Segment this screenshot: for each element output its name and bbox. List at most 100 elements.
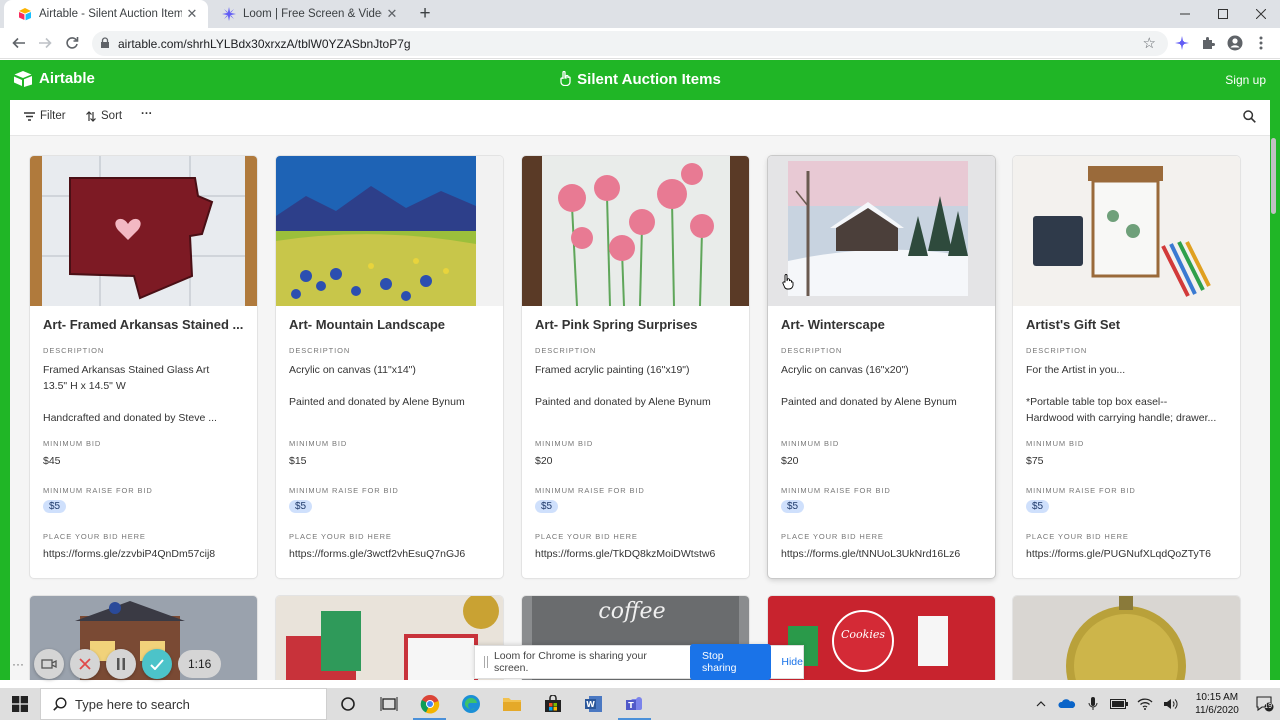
description-value: Acrylic on canvas (16"x20") Painted and … — [781, 364, 957, 408]
loom-cancel-button[interactable] — [70, 649, 100, 679]
gallery-scrollbar[interactable] — [1271, 138, 1276, 214]
volume-icon[interactable] — [1158, 698, 1184, 710]
task-view-button[interactable] — [368, 688, 409, 720]
forward-button[interactable] — [34, 32, 56, 54]
loom-finish-button[interactable] — [142, 649, 172, 679]
card-image — [30, 156, 257, 306]
microphone-icon[interactable] — [1080, 697, 1106, 711]
minimum-raise-badge: $5 — [1026, 500, 1050, 513]
maximize-button[interactable] — [1204, 0, 1242, 28]
airtable-header: Airtable Silent Auction Items Sign up — [0, 60, 1280, 100]
onedrive-icon[interactable] — [1054, 699, 1080, 709]
gallery-card[interactable]: Art- Framed Arkansas Stained ... DESCRIP… — [30, 156, 257, 578]
close-icon[interactable]: ✕ — [182, 6, 202, 22]
reload-button[interactable] — [61, 32, 83, 54]
start-button[interactable] — [0, 688, 40, 720]
back-button[interactable] — [8, 32, 30, 54]
description-value: Framed acrylic painting (16"x19") Painte… — [535, 364, 711, 408]
loom-extension-icon[interactable] — [1173, 34, 1191, 52]
edge-icon — [461, 695, 480, 713]
search-icon — [53, 697, 67, 711]
loom-camera-button[interactable] — [34, 649, 64, 679]
description-value: Framed Arkansas Stained Glass Art 13.5" … — [43, 364, 217, 424]
tab-loom[interactable]: Loom | Free Screen & Video Reco ✕ — [208, 0, 408, 28]
tab-airtable[interactable]: Airtable - Silent Auction Items ✕ — [4, 0, 208, 28]
minimum-raise-badge: $5 — [781, 500, 805, 513]
field-label: DESCRIPTION — [1026, 346, 1088, 355]
bid-link[interactable]: https://forms.gle/tNNUoL3UkNrd16Lz6 — [781, 546, 983, 562]
wifi-icon[interactable] — [1132, 698, 1158, 710]
taskbar-search-box[interactable]: Type here to search — [40, 688, 327, 720]
bid-link[interactable]: https://forms.gle/TkDQ8kzMoiDWtstw6 — [535, 546, 737, 562]
bid-link[interactable]: https://forms.gle/zzvbiP4QnDm57cij8 — [43, 546, 245, 562]
address-bar[interactable]: airtable.com/shrhLYLBdx30xrxzA/tblW0YZAS… — [92, 31, 1168, 56]
gallery-view: Art- Framed Arkansas Stained ... DESCRIP… — [10, 136, 1270, 680]
cortana-button[interactable] — [327, 688, 368, 720]
card-image — [768, 156, 995, 306]
show-hidden-icons-button[interactable] — [1028, 701, 1054, 707]
gallery-card[interactable]: Artist's Gift Set DESCRIPTION For the Ar… — [1013, 156, 1240, 578]
taskbar-store[interactable] — [532, 688, 573, 720]
drag-handle-icon[interactable] — [484, 656, 488, 668]
field-label: MINIMUM BID — [1026, 439, 1085, 448]
sort-button[interactable]: Sort — [86, 110, 122, 122]
close-window-button[interactable] — [1242, 0, 1280, 28]
page-title: Silent Auction Items — [0, 71, 1280, 88]
gallery-card[interactable]: Art- Mountain Landscape DESCRIPTION Acry… — [276, 156, 503, 578]
taskbar-teams[interactable]: T — [614, 688, 655, 720]
minimize-icon — [1180, 13, 1190, 15]
filter-button[interactable]: Filter — [24, 110, 66, 122]
taskbar-file-explorer[interactable] — [491, 688, 532, 720]
card-image — [1013, 596, 1240, 680]
tab-title: Airtable - Silent Auction Items — [39, 8, 182, 20]
reload-icon — [66, 37, 79, 49]
sharing-message: Loom for Chrome is sharing your screen. — [493, 650, 647, 674]
browser-menu-icon[interactable] — [1252, 34, 1270, 52]
field-label: DESCRIPTION — [535, 346, 597, 355]
profile-avatar-icon[interactable] — [1226, 34, 1244, 52]
gallery-card[interactable]: Art- Winterscape DESCRIPTION Acrylic on … — [768, 156, 995, 578]
gallery-card[interactable] — [276, 596, 503, 680]
notification-center-button[interactable]: 19 — [1250, 696, 1280, 712]
cortana-circle-icon — [340, 697, 355, 711]
gallery-card[interactable] — [1013, 596, 1240, 680]
battery-icon[interactable] — [1106, 699, 1132, 709]
field-label: MINIMUM RAISE FOR BID — [535, 486, 645, 495]
taskbar-word[interactable]: W — [573, 688, 614, 720]
loom-pause-button[interactable] — [106, 649, 136, 679]
field-label: MINIMUM BID — [535, 439, 594, 448]
bid-link[interactable]: https://forms.gle/3wctf2vhEsuQ7nGJ6 — [289, 546, 491, 562]
search-button[interactable] — [1243, 110, 1256, 128]
field-label: PLACE YOUR BID HERE — [535, 532, 638, 541]
taskbar-clock[interactable]: 10:15 AM 11/6/2020 — [1184, 691, 1250, 717]
minimize-button[interactable] — [1166, 0, 1204, 28]
maximize-icon — [1218, 9, 1228, 19]
field-label: DESCRIPTION — [289, 346, 351, 355]
bookmark-star-icon[interactable]: ☆ — [1143, 34, 1156, 52]
windows-taskbar: Type here to search W T 10:15 AM 11/6/20… — [0, 688, 1280, 720]
clock-time: 10:15 AM — [1195, 692, 1239, 703]
clock-date: 11/6/2020 — [1195, 705, 1239, 716]
close-icon — [79, 658, 91, 670]
stop-sharing-button[interactable]: Stop sharing — [690, 644, 772, 680]
close-icon[interactable]: ✕ — [382, 6, 402, 22]
hide-button[interactable]: Hide — [781, 656, 803, 668]
minimum-bid-value: $20 — [535, 455, 553, 467]
extensions-puzzle-icon[interactable] — [1199, 34, 1217, 52]
bid-link[interactable]: https://forms.gle/PUGNufXLqdQoZTyT6 — [1026, 546, 1228, 562]
airtable-favicon-icon — [19, 8, 31, 21]
taskbar-edge[interactable] — [450, 688, 491, 720]
taskbar-chrome[interactable] — [409, 688, 450, 720]
sign-up-link[interactable]: Sign up — [1225, 73, 1266, 87]
new-tab-button[interactable]: + — [414, 3, 436, 25]
loom-favicon-icon — [222, 7, 236, 21]
gallery-card[interactable]: Art- Pink Spring Surprises DESCRIPTION F… — [522, 156, 749, 578]
field-label: PLACE YOUR BID HERE — [289, 532, 392, 541]
more-options-button[interactable]: ··· — [141, 108, 153, 120]
more-dots-icon[interactable]: ··· — [8, 657, 28, 671]
minimum-bid-value: $15 — [289, 455, 307, 467]
arrow-right-icon — [39, 37, 52, 49]
task-view-icon — [380, 697, 397, 711]
windows-logo-icon — [12, 696, 28, 712]
hand-pointer-icon — [560, 71, 571, 86]
